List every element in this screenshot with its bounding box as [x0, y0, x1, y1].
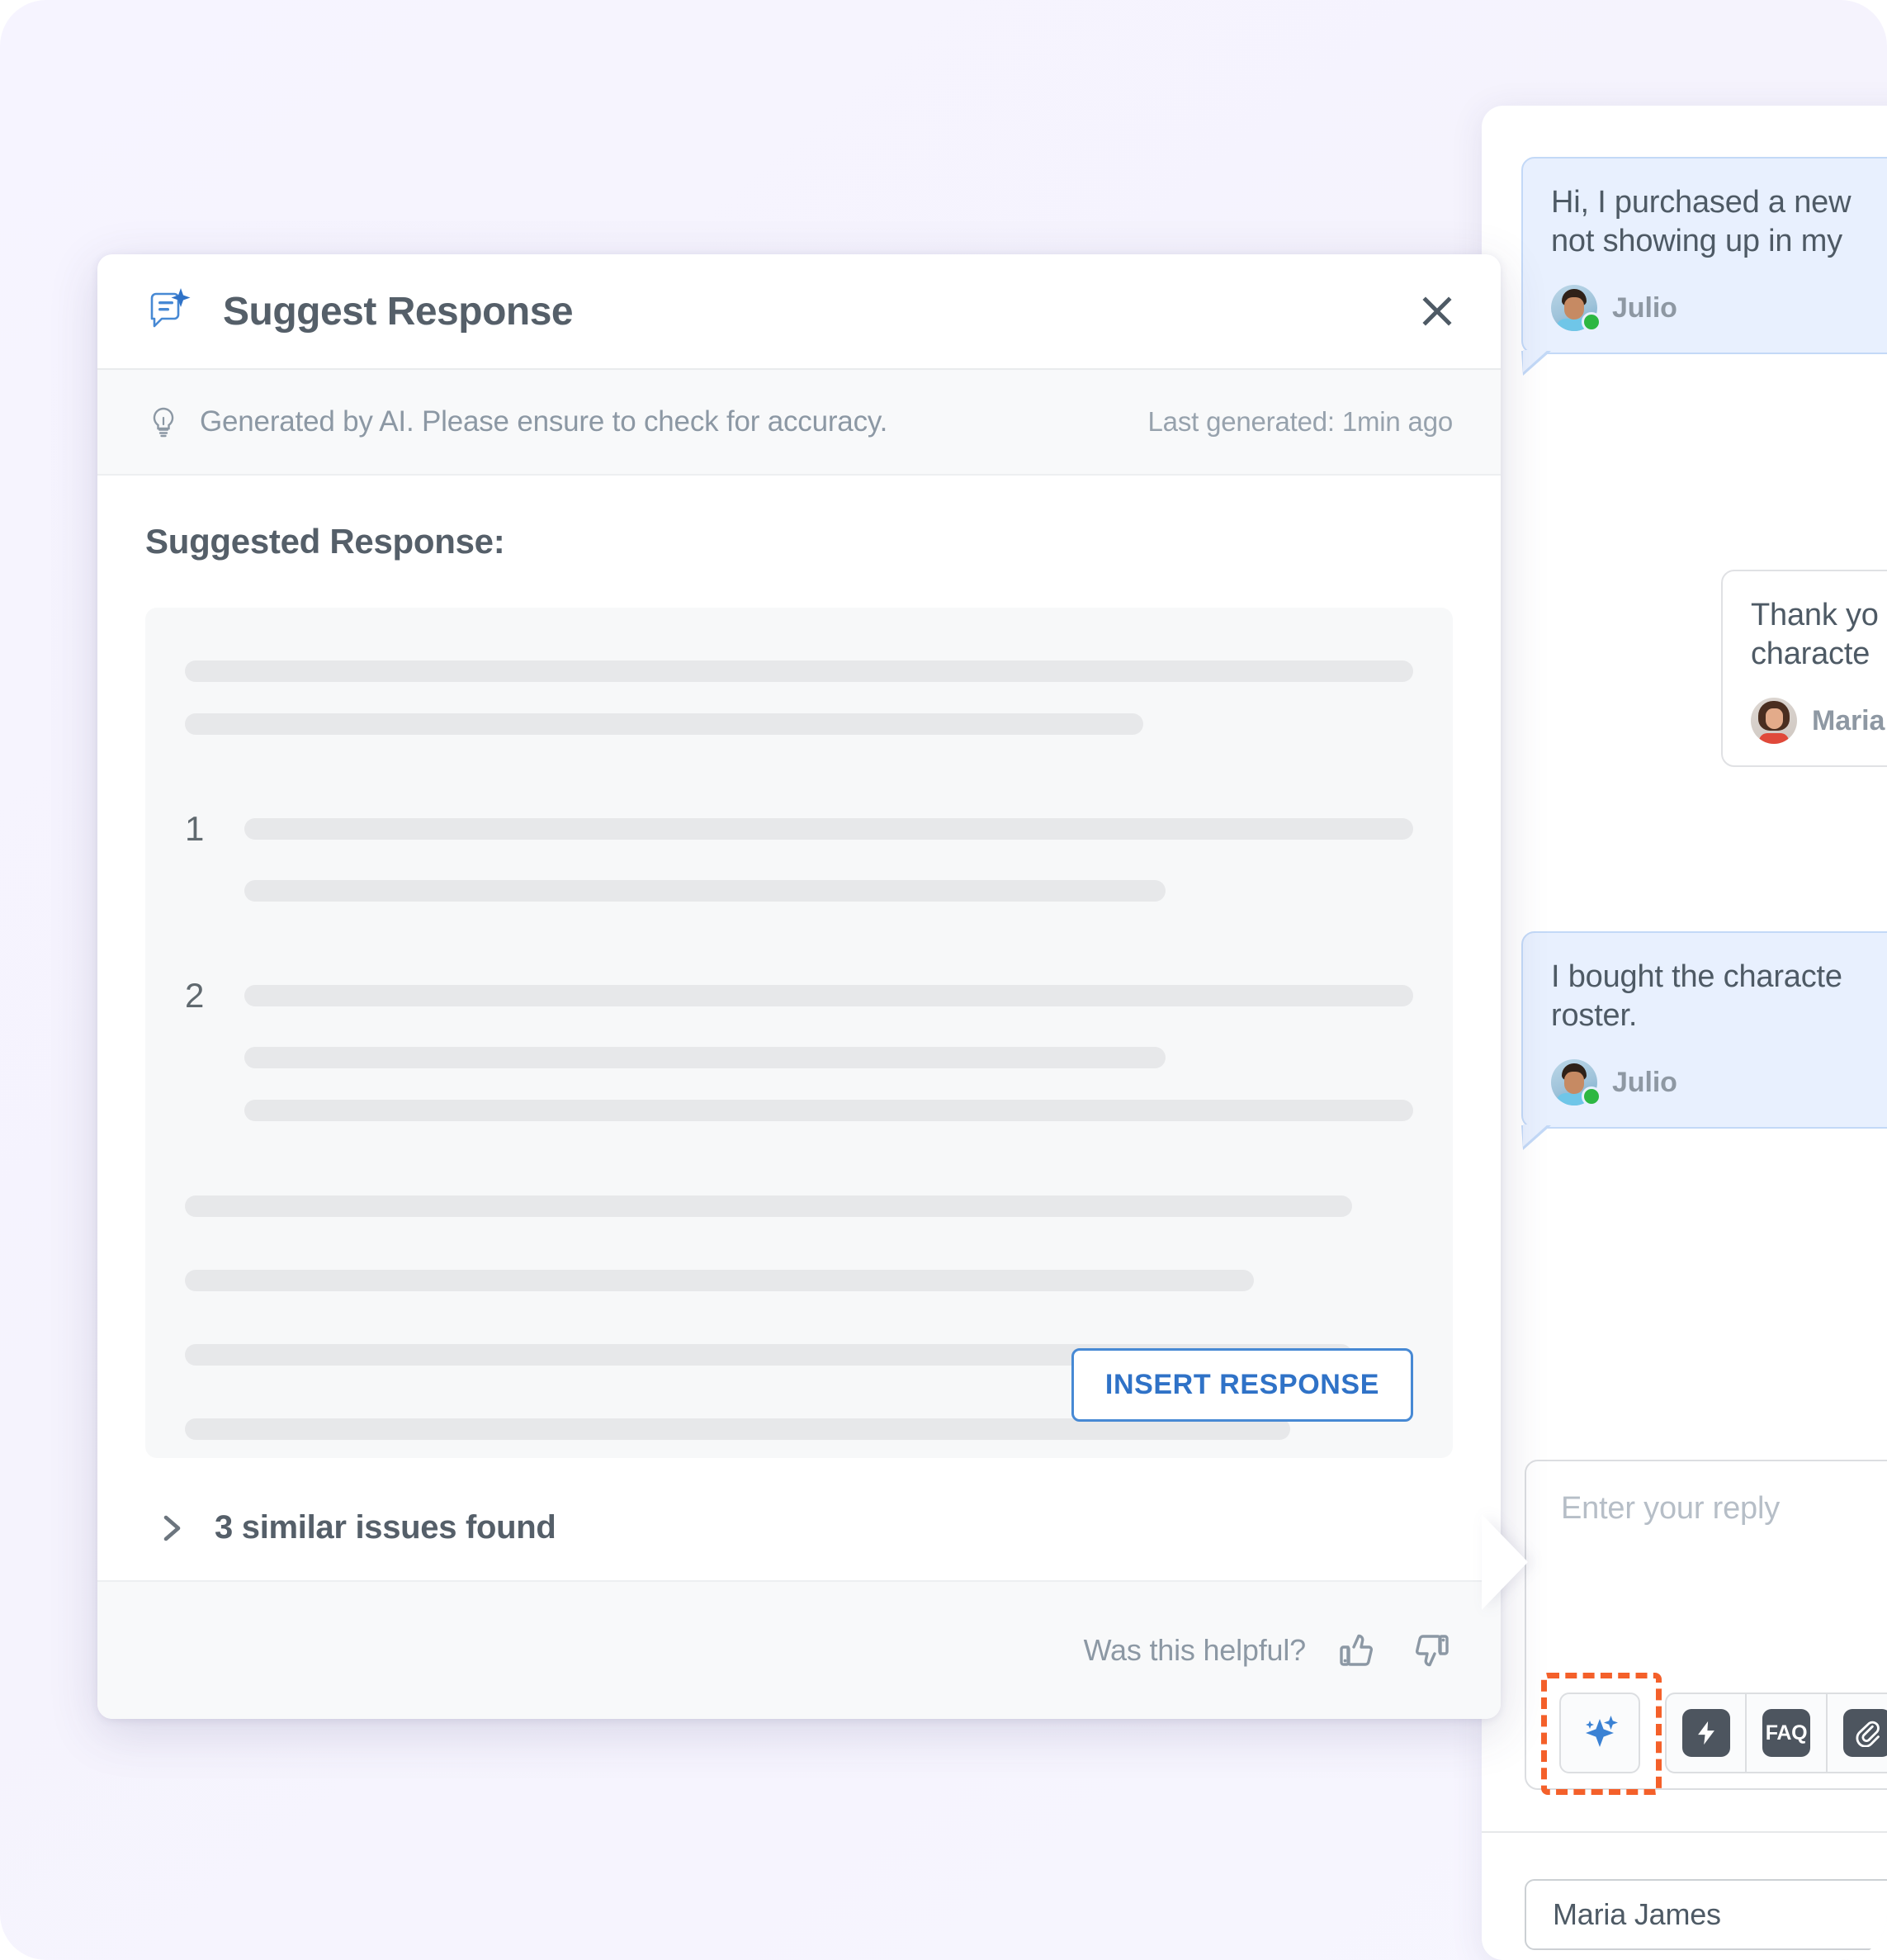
modal-header: Suggest Response [97, 254, 1501, 370]
thumbs-down-button[interactable] [1408, 1627, 1454, 1674]
modal-subbar: Generated by AI. Please ensure to check … [97, 370, 1501, 476]
modal-pointer-arrow [1482, 1514, 1528, 1610]
ai-disclaimer: Generated by AI. Please ensure to check … [145, 404, 887, 440]
skeleton-list-item: 2 [185, 976, 1413, 1016]
chat-bubble-customer: Hi, I purchased a new not showing up in … [1521, 157, 1887, 354]
message-sparkle-icon [142, 285, 195, 338]
avatar [1551, 1059, 1597, 1105]
ai-disclaimer-text: Generated by AI. Please ensure to check … [200, 405, 887, 438]
close-button[interactable] [1413, 287, 1461, 335]
faq-button[interactable]: FAQ [1746, 1693, 1827, 1773]
chat-bubble-agent: Thank yo characte Maria [1721, 570, 1887, 767]
skeleton-list-number: 2 [185, 976, 244, 1016]
chat-panel: Hi, I purchased a new not showing up in … [1482, 106, 1887, 1960]
quick-actions-button[interactable] [1665, 1693, 1746, 1773]
avatar [1551, 285, 1597, 331]
skeleton-line [244, 818, 1413, 840]
chat-message-meta: Julio [1551, 285, 1887, 331]
skeleton-line [185, 1270, 1254, 1291]
chat-panel-divider [1482, 1831, 1887, 1833]
sparkle-icon [1574, 1707, 1625, 1759]
thumbs-down-icon [1408, 1627, 1454, 1674]
online-status-dot [1582, 1087, 1601, 1106]
similar-issues-row[interactable]: 3 similar issues found [145, 1509, 1453, 1546]
similar-issues-label: 3 similar issues found [215, 1509, 556, 1546]
modal-title: Suggest Response [223, 289, 573, 334]
chat-message: Hi, I purchased a new not showing up in … [1521, 157, 1887, 354]
skeleton-line [244, 880, 1166, 902]
modal-footer: Was this helpful? [97, 1580, 1501, 1719]
avatar [1751, 698, 1797, 744]
chevron-right-icon [154, 1510, 190, 1546]
attachment-icon [1843, 1709, 1887, 1757]
skeleton-line [185, 713, 1143, 735]
chat-bubble-customer: I bought the characte roster. Julio [1521, 931, 1887, 1129]
thumbs-up-icon [1334, 1627, 1380, 1674]
suggest-response-modal: Suggest Response Generated by AI. Please… [97, 254, 1501, 1719]
chat-message-text: Hi, I purchased a new not showing up in … [1551, 183, 1887, 260]
chat-message-meta: Maria [1751, 698, 1887, 744]
skeleton-line [244, 985, 1413, 1006]
reply-composer[interactable]: Enter your reply [1525, 1460, 1887, 1790]
app-canvas: Hi, I purchased a new not showing up in … [0, 0, 1887, 1960]
lightbulb-icon [145, 404, 182, 440]
modal-body: Suggested Response: 1 [97, 476, 1501, 1546]
tool-button-group: FAQ [1665, 1693, 1887, 1773]
faq-icon: FAQ [1762, 1709, 1810, 1757]
skeleton-line [185, 1195, 1352, 1217]
thumbs-up-button[interactable] [1334, 1627, 1380, 1674]
chat-message: Thank yo characte Maria [1721, 570, 1887, 767]
avatar-image [1751, 698, 1797, 744]
insert-response-button[interactable]: INSERT RESPONSE [1071, 1348, 1413, 1422]
lightning-bolt-icon [1682, 1709, 1730, 1757]
agent-name-field[interactable]: Maria James [1525, 1879, 1887, 1950]
chat-sender-name: Julio [1612, 292, 1677, 324]
chat-message-text: Thank yo characte [1751, 596, 1887, 673]
ai-suggest-button[interactable] [1559, 1693, 1640, 1773]
chat-message-text: I bought the characte roster. [1551, 958, 1887, 1034]
skeleton-list-item: 1 [185, 809, 1413, 849]
composer-toolbar: FAQ [1559, 1693, 1887, 1773]
reply-input-placeholder[interactable]: Enter your reply [1561, 1491, 1887, 1527]
more-tools-button[interactable] [1827, 1693, 1887, 1773]
skeleton-line [244, 1100, 1413, 1121]
chat-message: I bought the characte roster. Julio [1521, 931, 1887, 1129]
skeleton-line [185, 660, 1413, 682]
feedback-label: Was this helpful? [1084, 1633, 1306, 1668]
suggested-response-label: Suggested Response: [145, 522, 1453, 561]
chat-sender-name: Maria [1812, 705, 1885, 737]
bubble-tail [1521, 1125, 1551, 1150]
agent-name-value: Maria James [1553, 1897, 1721, 1932]
bubble-tail [1521, 351, 1551, 376]
skeleton-line [244, 1047, 1166, 1068]
chat-sender-name: Julio [1612, 1067, 1677, 1099]
online-status-dot [1582, 312, 1601, 332]
chat-message-list[interactable]: Hi, I purchased a new not showing up in … [1482, 106, 1887, 1344]
suggested-response-skeleton: 1 2 [145, 608, 1453, 1458]
last-generated-timestamp: Last generated: 1min ago [1148, 406, 1453, 438]
skeleton-list-number: 1 [185, 809, 244, 849]
close-icon [1416, 290, 1459, 333]
chat-message-meta: Julio [1551, 1059, 1887, 1105]
